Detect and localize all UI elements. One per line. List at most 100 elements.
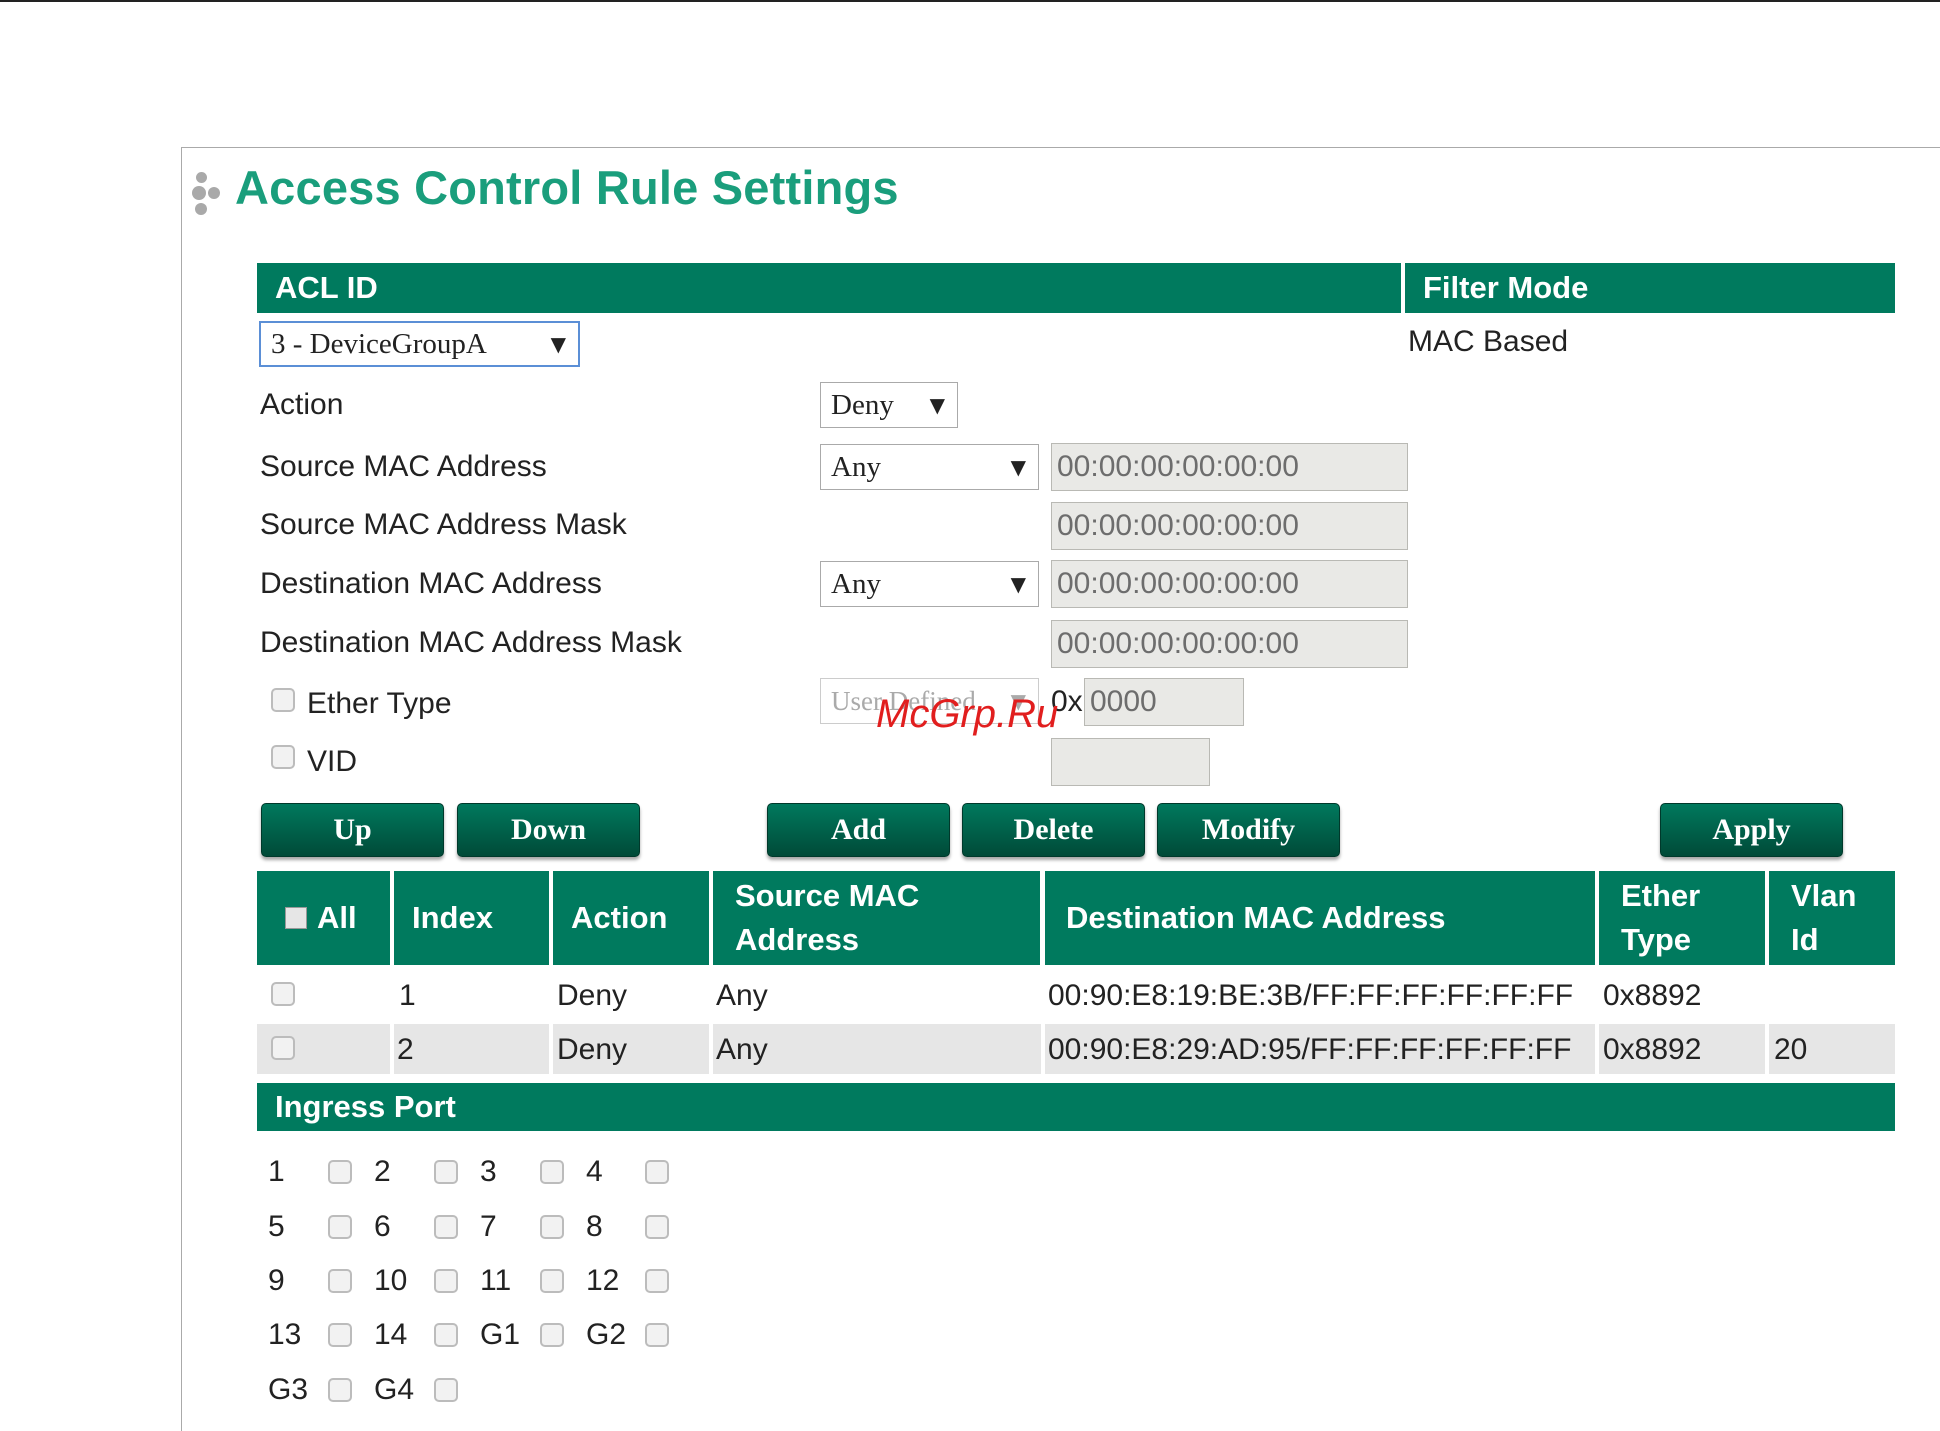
row-source-mac: Any [716, 1033, 768, 1066]
acl-id-header: ACL ID [257, 263, 1401, 313]
dots-logo-icon [192, 172, 228, 216]
port-checkbox-12[interactable] [645, 1269, 669, 1293]
modify-button[interactable]: Modify [1157, 803, 1340, 857]
port-checkbox-13[interactable] [328, 1323, 352, 1347]
destination-mac-mask-input[interactable]: 00:00:00:00:00:00 [1051, 620, 1408, 668]
port-label-6: 6 [374, 1210, 391, 1243]
row-destination-mac: 00:90:E8:29:AD:95/FF:FF:FF:FF:FF:FF [1048, 1033, 1572, 1066]
add-button[interactable]: Add [767, 803, 950, 857]
table-row[interactable]: 2 Deny Any 00:90:E8:29:AD:95/FF:FF:FF:FF… [257, 1024, 1895, 1074]
row-checkbox[interactable] [271, 1036, 295, 1060]
port-checkbox-14[interactable] [434, 1323, 458, 1347]
destination-mac-input[interactable]: 00:00:00:00:00:00 [1051, 560, 1408, 608]
cell-divider [390, 1024, 394, 1074]
port-label-10: 10 [374, 1264, 408, 1297]
destination-mac-label: Destination MAC Address [260, 567, 602, 600]
port-label-9: 9 [268, 1264, 285, 1297]
vid-label: VID [307, 745, 358, 778]
destination-mac-select-value: Any [831, 567, 881, 600]
filter-mode-header: Filter Mode [1405, 263, 1895, 313]
dropdown-arrow-icon: ▼ [1010, 455, 1026, 479]
acl-id-value: 3 - DeviceGroupA [271, 327, 487, 360]
cell-divider [1765, 1024, 1769, 1074]
port-label-8: 8 [586, 1210, 603, 1243]
port-checkbox-5[interactable] [328, 1215, 352, 1239]
ingress-port-header: Ingress Port [257, 1083, 1895, 1131]
cell-divider [1595, 1024, 1599, 1074]
row-ether-type: 0x8892 [1603, 979, 1702, 1012]
source-mac-select-value: Any [831, 450, 881, 483]
up-button[interactable]: Up [261, 803, 444, 857]
down-button[interactable]: Down [457, 803, 640, 857]
page-title: Access Control Rule Settings [235, 161, 899, 214]
acl-id-select[interactable]: 3 - DeviceGroupA ▼ [259, 321, 580, 367]
filter-mode-value: MAC Based [1408, 325, 1569, 358]
dropdown-arrow-icon: ▼ [550, 332, 566, 356]
source-mac-mask-label: Source MAC Address Mask [260, 508, 627, 541]
column-header-index: Index [394, 871, 549, 965]
source-mac-mask-input[interactable]: 00:00:00:00:00:00 [1051, 502, 1408, 550]
column-header-source-mac: Source MAC Address [713, 871, 1040, 965]
dropdown-arrow-icon: ▼ [1010, 572, 1026, 596]
port-checkbox-7[interactable] [540, 1215, 564, 1239]
source-mac-select[interactable]: Any ▼ [820, 444, 1039, 490]
port-label-4: 4 [586, 1155, 603, 1188]
cell-divider [549, 1024, 553, 1074]
port-checkbox-6[interactable] [434, 1215, 458, 1239]
action-select-value: Deny [831, 388, 894, 421]
row-source-mac: Any [716, 979, 768, 1012]
row-vlan-id: 20 [1774, 1033, 1808, 1066]
port-label-7: 7 [480, 1210, 497, 1243]
port-label-13: 13 [268, 1318, 302, 1351]
port-checkbox-8[interactable] [645, 1215, 669, 1239]
port-label-g2: G2 [586, 1318, 627, 1351]
action-select[interactable]: Deny ▼ [820, 382, 958, 428]
column-header-vlan-id: Vlan Id [1769, 871, 1895, 965]
source-mac-label: Source MAC Address [260, 450, 547, 483]
port-checkbox-1[interactable] [328, 1160, 352, 1184]
port-label-2: 2 [374, 1155, 391, 1188]
row-index: 2 [397, 1033, 414, 1066]
destination-mac-select[interactable]: Any ▼ [820, 561, 1039, 607]
column-header-destination-mac: Destination MAC Address [1045, 871, 1595, 965]
column-header-vlan-id-label: Vlan Id [1791, 878, 1857, 957]
port-label-g1: G1 [480, 1318, 521, 1351]
port-checkbox-4[interactable] [645, 1160, 669, 1184]
column-header-all-label: All [317, 900, 357, 935]
source-mac-input[interactable]: 00:00:00:00:00:00 [1051, 443, 1408, 491]
vid-input[interactable] [1051, 738, 1210, 786]
ether-type-label: Ether Type [307, 687, 452, 720]
column-header-ether-type-label: Ether Type [1621, 878, 1701, 957]
port-label-14: 14 [374, 1318, 408, 1351]
column-header-action: Action [553, 871, 709, 965]
select-all-checkbox[interactable] [285, 907, 307, 929]
row-destination-mac: 00:90:E8:19:BE:3B/FF:FF:FF:FF:FF:FF [1048, 979, 1574, 1012]
port-label-g4: G4 [374, 1373, 415, 1406]
port-checkbox-9[interactable] [328, 1269, 352, 1293]
port-checkbox-10[interactable] [434, 1269, 458, 1293]
port-label-12: 12 [586, 1264, 620, 1297]
port-checkbox-2[interactable] [434, 1160, 458, 1184]
port-label-g3: G3 [268, 1373, 309, 1406]
port-checkbox-g4[interactable] [434, 1378, 458, 1402]
port-checkbox-g1[interactable] [540, 1323, 564, 1347]
apply-button[interactable]: Apply [1660, 803, 1843, 857]
port-checkbox-g2[interactable] [645, 1323, 669, 1347]
port-checkbox-g3[interactable] [328, 1378, 352, 1402]
port-checkbox-3[interactable] [540, 1160, 564, 1184]
port-label-5: 5 [268, 1210, 285, 1243]
row-index: 1 [399, 979, 416, 1012]
row-checkbox[interactable] [271, 982, 295, 1006]
cell-divider [709, 1024, 713, 1074]
table-row[interactable]: 1 Deny Any 00:90:E8:19:BE:3B/FF:FF:FF:FF… [257, 970, 1895, 1020]
port-label-1: 1 [268, 1155, 285, 1188]
ether-type-input[interactable]: 0000 [1084, 678, 1244, 726]
delete-button[interactable]: Delete [962, 803, 1145, 857]
ether-type-checkbox[interactable] [271, 688, 295, 712]
column-header-source-mac-label: Source MAC Address [735, 878, 920, 957]
port-label-11: 11 [480, 1264, 512, 1297]
watermark-text: McGrp.Ru [876, 692, 1059, 736]
vid-checkbox[interactable] [271, 745, 295, 769]
row-action: Deny [557, 1033, 628, 1066]
port-checkbox-11[interactable] [540, 1269, 564, 1293]
